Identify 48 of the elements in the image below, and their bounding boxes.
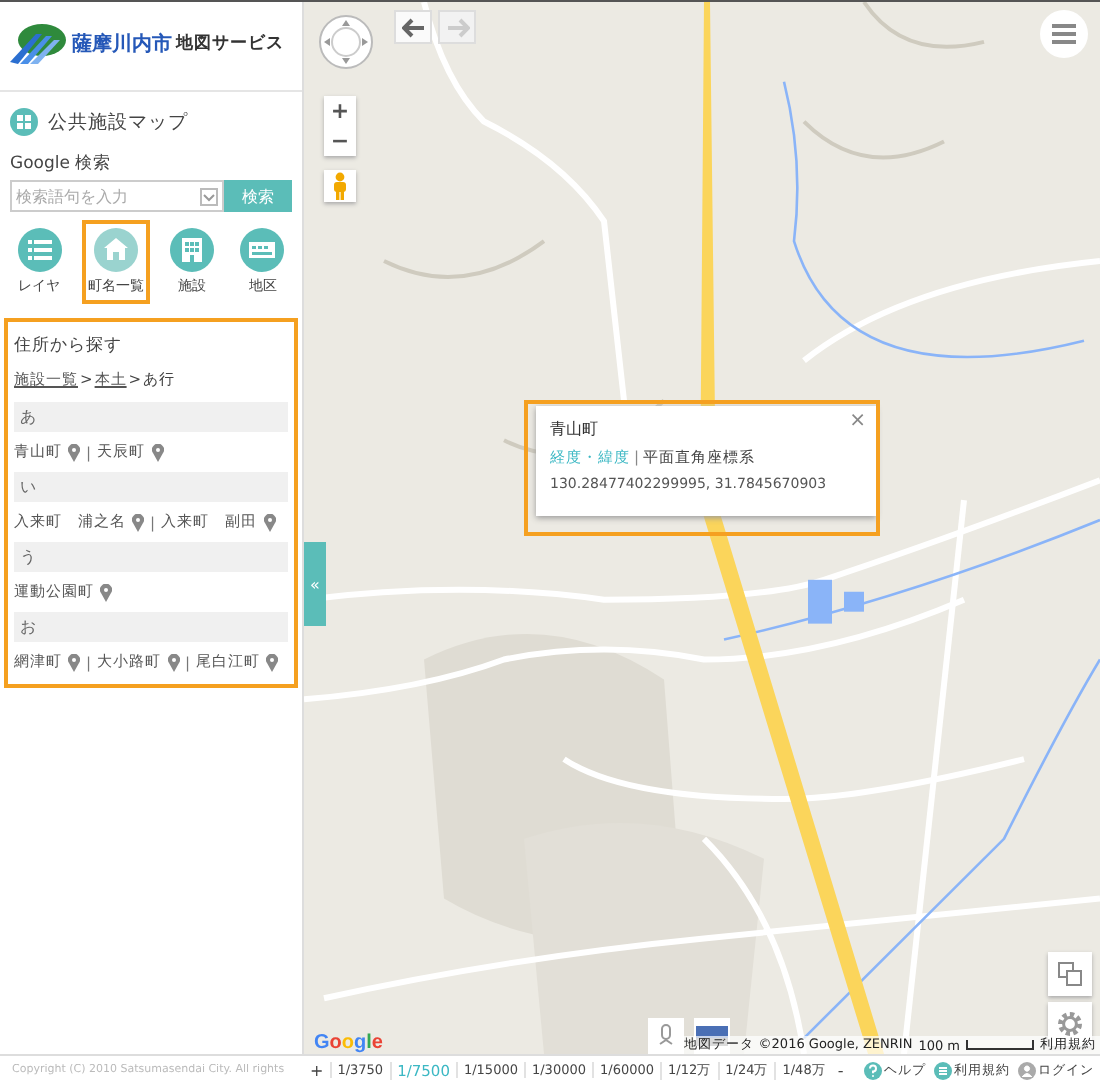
user-icon	[1018, 1061, 1036, 1079]
map-title: 公共施設マップ	[48, 109, 188, 135]
zoom-out-button[interactable]: -	[831, 1061, 850, 1079]
back-button[interactable]	[394, 10, 432, 44]
pegman-control[interactable]	[324, 170, 356, 202]
dropdown-icon[interactable]	[200, 187, 218, 205]
map-pin-icon[interactable]	[167, 653, 180, 671]
building-icon	[170, 228, 215, 272]
layers-icon	[1058, 962, 1082, 986]
street-view-icon	[658, 1024, 674, 1048]
layers-button[interactable]	[1048, 952, 1092, 996]
google-logo: Google	[314, 1032, 383, 1054]
document-icon	[934, 1061, 952, 1079]
arrow-right-icon	[445, 17, 469, 37]
zoom-out-button[interactable]: −	[324, 126, 356, 156]
zoom-in-button[interactable]: +	[324, 96, 356, 126]
menu-icon	[1052, 24, 1076, 44]
group-heading: い	[14, 472, 288, 502]
map-pin-icon[interactable]	[68, 653, 80, 671]
city-logo-icon	[8, 22, 68, 66]
popup-title: 青山町	[550, 418, 598, 440]
map-pin-icon[interactable]	[263, 513, 276, 531]
service-name: 地図サービス	[176, 32, 284, 56]
house-icon	[93, 228, 138, 272]
settings-icon	[1056, 1010, 1084, 1038]
panel-title: 住所から探す	[14, 334, 124, 358]
group-heading: お	[14, 612, 288, 642]
arrow-left-icon	[401, 17, 425, 37]
pan-control[interactable]	[318, 14, 374, 70]
search-label: Google 検索	[10, 152, 114, 176]
zoom-in-button[interactable]: +	[304, 1061, 330, 1079]
close-button[interactable]: ×	[849, 412, 866, 432]
person-icon	[332, 172, 348, 200]
map-pin-icon[interactable]	[132, 513, 144, 531]
search-field[interactable]: 検索語句を入力	[10, 180, 224, 212]
help-icon	[864, 1061, 882, 1079]
grid-icon	[10, 108, 38, 136]
group-heading: あ	[14, 402, 288, 432]
group-heading: う	[14, 542, 288, 572]
map-pin-icon[interactable]	[151, 443, 164, 461]
map-pin-icon[interactable]	[100, 583, 112, 601]
city-name: 薩摩川内市	[72, 30, 172, 58]
scale-bar-icon	[966, 1040, 1034, 1050]
map-pin-icon[interactable]	[266, 653, 279, 671]
keyboard-icon	[240, 228, 285, 272]
list-icon	[17, 228, 62, 272]
street-view-button[interactable]	[648, 1018, 684, 1054]
map-pin-icon[interactable]	[68, 443, 80, 461]
